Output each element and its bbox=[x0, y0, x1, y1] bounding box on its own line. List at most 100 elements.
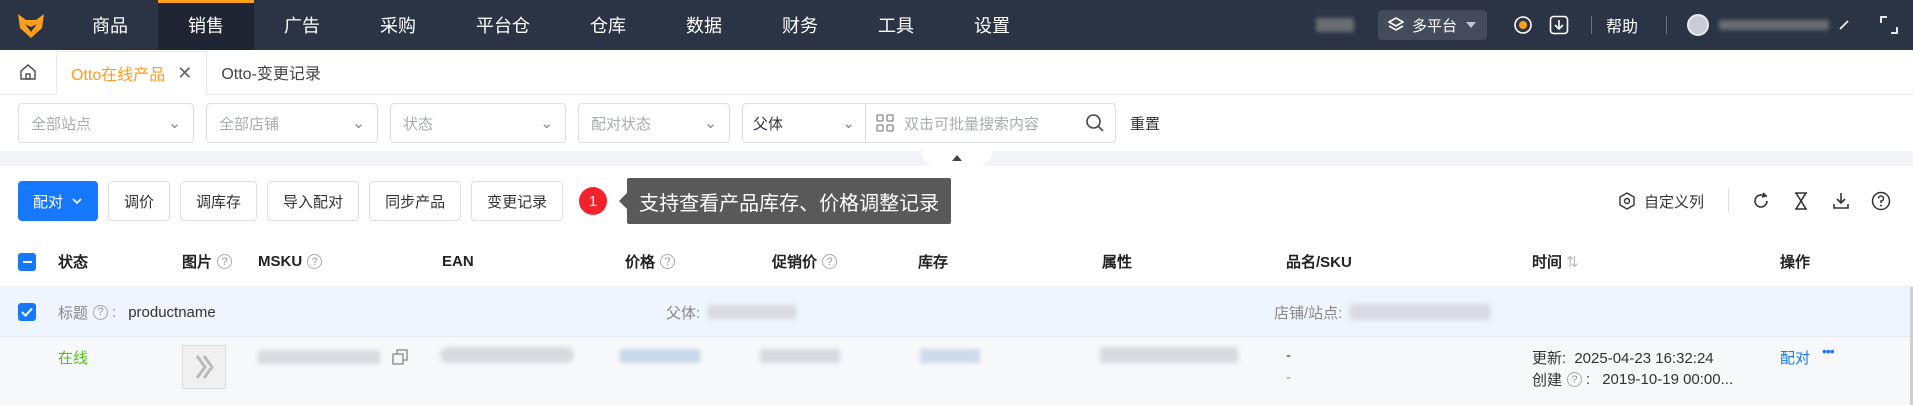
redacted-msku bbox=[258, 350, 380, 364]
edit-icon bbox=[1839, 20, 1849, 30]
adjust-stock-button[interactable]: 调库存 bbox=[180, 181, 258, 221]
tab-otto-change-log[interactable]: Otto-变更记录 bbox=[207, 50, 335, 94]
help-circle-icon[interactable]: ? bbox=[822, 254, 838, 269]
chevron-down-icon: ⌄ bbox=[352, 115, 365, 132]
fox-logo-icon bbox=[18, 14, 44, 38]
row-checkbox[interactable] bbox=[18, 287, 36, 337]
match-dropdown-button[interactable]: 配对 bbox=[18, 181, 99, 221]
close-icon[interactable]: ✕ bbox=[177, 63, 192, 84]
collapse-filter-toggle[interactable] bbox=[922, 150, 992, 166]
nav-item-products[interactable]: 商品 bbox=[62, 0, 158, 50]
search-input[interactable]: 双击可批量搜索内容 bbox=[866, 103, 1116, 143]
match-button-label: 配对 bbox=[33, 193, 64, 211]
nav-item-finance[interactable]: 财务 bbox=[752, 0, 848, 50]
adjust-price-button[interactable]: 调价 bbox=[108, 181, 171, 221]
search-type-select[interactable]: 父体 ⌄ bbox=[742, 103, 866, 143]
redacted-parent bbox=[708, 305, 797, 319]
status-select-placeholder: 状态 bbox=[403, 115, 434, 133]
match-status-select[interactable]: 配对状态 ⌄ bbox=[578, 103, 730, 143]
reset-button[interactable]: 重置 bbox=[1130, 113, 1160, 134]
group-title: 标题 ? : productname bbox=[58, 303, 216, 322]
help-link[interactable]: 帮助 bbox=[1606, 13, 1638, 37]
tab-otto-online-products[interactable]: Otto在线产品 ✕ bbox=[56, 51, 208, 95]
help-icon[interactable] bbox=[1871, 191, 1891, 211]
nav-item-data[interactable]: 数据 bbox=[656, 0, 752, 50]
main-menu: 商品 销售 广告 采购 平台仓 仓库 数据 财务 工具 设置 bbox=[62, 0, 1040, 50]
chevron-down-icon: ⌄ bbox=[540, 115, 553, 132]
settings-hexagon-icon bbox=[1619, 192, 1635, 210]
home-tab[interactable] bbox=[0, 50, 56, 94]
app-logo[interactable] bbox=[0, 0, 62, 50]
tooltip: 支持查看产品库存、价格调整记录 bbox=[619, 178, 952, 224]
updated-value: 2025-04-23 16:32:24 bbox=[1574, 350, 1714, 367]
help-circle-icon[interactable]: ? bbox=[660, 254, 676, 269]
column-status: 状态 bbox=[58, 254, 89, 271]
download-icon[interactable] bbox=[1549, 15, 1569, 35]
notification-icon[interactable] bbox=[1513, 15, 1533, 35]
search-combo: 父体 ⌄ 双击可批量搜索内容 bbox=[742, 103, 1116, 143]
help-circle-icon[interactable]: ? bbox=[93, 304, 109, 320]
title-label: 标题 bbox=[58, 304, 89, 322]
nav-item-tools[interactable]: 工具 bbox=[848, 0, 944, 50]
change-log-button[interactable]: 变更记录 bbox=[471, 181, 564, 221]
row-created-time: 创建 ? : 2019-10-19 00:00... bbox=[1532, 371, 1734, 389]
chevron-down-icon: ⌄ bbox=[842, 115, 855, 132]
column-price: 价格 ? bbox=[625, 236, 676, 287]
hourglass-icon[interactable] bbox=[1791, 191, 1811, 211]
tab-label: Otto在线产品 bbox=[71, 67, 166, 84]
help-circle-icon[interactable]: ? bbox=[217, 254, 233, 269]
user-avatar[interactable] bbox=[1687, 14, 1709, 36]
redacted-promo-price bbox=[760, 349, 840, 363]
redacted-ean bbox=[440, 347, 574, 363]
site-select[interactable]: 全部站点 ⌄ bbox=[18, 103, 194, 143]
created-value: 2019-10-19 00:00... bbox=[1602, 371, 1734, 388]
table-group-row: 标题 ? : productname 父体: 店铺/站点: bbox=[0, 287, 1910, 337]
row-name-sku-secondary: - bbox=[1286, 369, 1291, 386]
row-match-link[interactable]: 配对 bbox=[1780, 347, 1810, 368]
column-promo-price-label: 促销价 bbox=[772, 254, 818, 271]
filter-bar: 全部站点 ⌄ 全部店铺 ⌄ 状态 ⌄ 配对状态 ⌄ 父体 ⌄ 双击可批量搜索内容… bbox=[0, 95, 1913, 151]
shop-site-label: 店铺/站点: bbox=[1274, 304, 1343, 322]
nav-item-platform-warehouse[interactable]: 平台仓 bbox=[446, 0, 560, 50]
toolbar-divider bbox=[1728, 189, 1729, 213]
redacted-shop-site bbox=[1350, 304, 1491, 320]
export-download-icon[interactable] bbox=[1831, 191, 1851, 211]
sort-icon[interactable]: ⇅ bbox=[1566, 253, 1579, 271]
custom-columns-button[interactable]: 自定义列 bbox=[1618, 191, 1704, 212]
shop-select-placeholder: 全部店铺 bbox=[219, 115, 280, 133]
shop-select[interactable]: 全部店铺 ⌄ bbox=[206, 103, 378, 143]
nav-item-warehouse[interactable]: 仓库 bbox=[560, 0, 656, 50]
refresh-icon[interactable] bbox=[1751, 191, 1771, 211]
table-row: 在线 - - 更新: 2025-04-23 16:32:24 创建 ? : 20… bbox=[0, 337, 1910, 405]
column-time[interactable]: 时间 ⇅ bbox=[1532, 236, 1579, 287]
product-thumbnail[interactable] bbox=[182, 345, 226, 389]
select-all-checkbox[interactable] bbox=[18, 236, 36, 287]
column-ean: EAN bbox=[442, 253, 474, 270]
caret-down-icon bbox=[1465, 22, 1476, 28]
fullscreen-icon[interactable] bbox=[1879, 15, 1899, 35]
nav-item-ads[interactable]: 广告 bbox=[254, 0, 350, 50]
redacted-attribute bbox=[1100, 347, 1238, 363]
row-msku bbox=[258, 349, 408, 365]
column-name-sku: 品名/SKU bbox=[1286, 254, 1352, 271]
nav-item-settings[interactable]: 设置 bbox=[944, 0, 1040, 50]
nav-item-purchase[interactable]: 采购 bbox=[350, 0, 446, 50]
status-select[interactable]: 状态 ⌄ bbox=[390, 103, 566, 143]
search-placeholder: 双击可批量搜索内容 bbox=[904, 115, 1040, 133]
sync-products-button[interactable]: 同步产品 bbox=[369, 181, 462, 221]
match-status-placeholder: 配对状态 bbox=[591, 115, 652, 133]
import-match-button[interactable]: 导入配对 bbox=[267, 181, 360, 221]
toolbar-right: 自定义列 bbox=[1618, 166, 1913, 236]
column-image-label: 图片 bbox=[182, 254, 213, 271]
nav-item-sales[interactable]: 销售 bbox=[158, 0, 254, 50]
nav-right-area: 多平台 帮助 bbox=[1315, 0, 1913, 50]
column-operation: 操作 bbox=[1780, 254, 1811, 271]
row-more-menu[interactable]: ••• bbox=[1822, 343, 1835, 359]
platform-switch-button[interactable]: 多平台 bbox=[1377, 10, 1487, 40]
column-price-label: 价格 bbox=[625, 254, 656, 271]
home-icon bbox=[20, 64, 36, 80]
help-circle-icon[interactable]: ? bbox=[1567, 372, 1583, 387]
layers-icon bbox=[1387, 17, 1404, 31]
row-status: 在线 bbox=[58, 350, 89, 367]
help-circle-icon[interactable]: ? bbox=[307, 254, 323, 269]
